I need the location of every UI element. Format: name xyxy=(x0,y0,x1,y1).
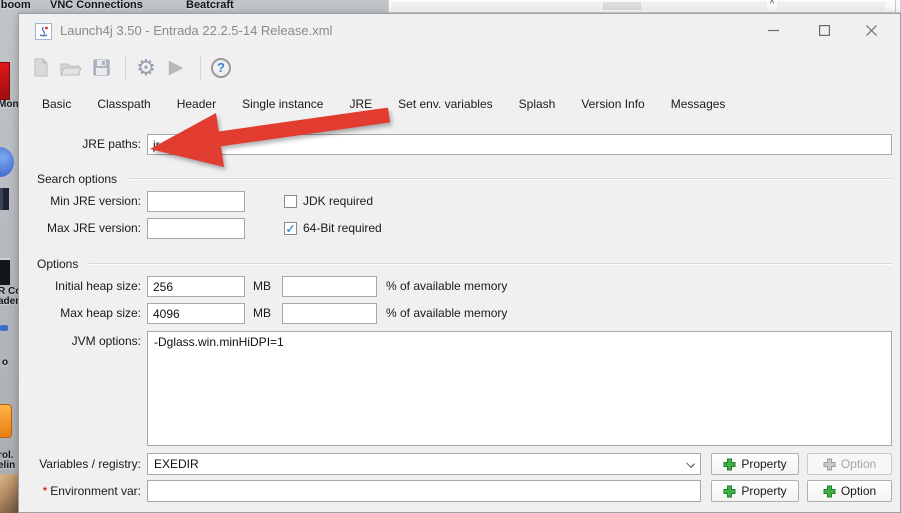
initial-heap-percent-label: % of available memory xyxy=(386,276,507,297)
search-options-group-title: Search options xyxy=(37,172,117,186)
tab-classpath[interactable]: Classpath xyxy=(84,87,163,120)
tab-splash[interactable]: Splash xyxy=(506,87,569,120)
jre-paths-label: JRE paths: xyxy=(29,134,141,155)
toolbar: ⚙ ▶ ? xyxy=(19,48,900,87)
desktop-icon-label: VNC Connections xyxy=(50,0,143,11)
options-group-title: Options xyxy=(37,257,78,271)
window-title: Launch4j 3.50 - Entrada 22.2.5-14 Releas… xyxy=(60,23,332,38)
desktop-icon-label: elin xyxy=(0,460,15,471)
max-heap-percent-input[interactable] xyxy=(282,303,377,324)
launch4j-window: Launch4j 3.50 - Entrada 22.2.5-14 Releas… xyxy=(18,13,901,513)
desktop-icon-fragment xyxy=(0,188,9,210)
tab-jre[interactable]: JRE xyxy=(336,87,385,120)
environment-option-button[interactable]: Option xyxy=(807,480,892,502)
toolbar-separator xyxy=(125,55,126,81)
tab-single-instance[interactable]: Single instance xyxy=(229,87,336,120)
titlebar[interactable]: Launch4j 3.50 - Entrada 22.2.5-14 Releas… xyxy=(19,14,900,48)
desktop-icon-label: ader xyxy=(0,296,19,307)
desktop-wallpaper-fragment xyxy=(0,474,18,513)
background-window-border xyxy=(895,0,896,12)
environment-var-input[interactable] xyxy=(147,480,701,502)
max-heap-unit-label: MB xyxy=(253,303,271,324)
64bit-required-checkbox[interactable]: ✓ xyxy=(284,222,297,235)
required-asterisk: * xyxy=(43,484,48,498)
variables-registry-combobox[interactable]: EXEDIR xyxy=(147,453,701,475)
plus-icon xyxy=(723,458,736,471)
initial-heap-size-label: Initial heap size: xyxy=(29,276,141,297)
jdk-required-label[interactable]: JDK required xyxy=(303,195,373,208)
toolbar-separator xyxy=(200,55,201,81)
environment-var-label: *Environment var: xyxy=(29,480,141,502)
plus-icon xyxy=(823,485,836,498)
max-jre-version-input[interactable] xyxy=(147,218,245,239)
tab-bar: Basic Classpath Header Single instance J… xyxy=(29,87,900,120)
min-jre-version-input[interactable] xyxy=(147,191,245,212)
chevron-up-icon[interactable]: ^ xyxy=(767,0,777,10)
desktop-icon-label: gboom xyxy=(0,0,31,11)
min-jre-version-label: Min JRE version: xyxy=(29,191,141,212)
maximize-button[interactable] xyxy=(801,14,847,47)
environment-property-button[interactable]: Property xyxy=(711,480,799,502)
new-file-icon[interactable] xyxy=(28,55,54,81)
64bit-required-label[interactable]: 64-Bit required xyxy=(303,222,382,235)
active-tab-underline xyxy=(340,117,381,120)
max-jre-version-label: Max JRE version: xyxy=(29,218,141,239)
open-file-icon[interactable] xyxy=(58,55,84,81)
tab-messages[interactable]: Messages xyxy=(658,87,739,120)
tab-version-info[interactable]: Version Info xyxy=(568,87,657,120)
tab-basic[interactable]: Basic xyxy=(29,87,84,120)
chevron-down-icon xyxy=(686,459,695,468)
group-divider xyxy=(129,178,892,179)
desktop-icon-label: o xyxy=(2,357,8,368)
jvm-options-label: JVM options: xyxy=(29,331,141,352)
desktop-icon-label: Beatcraft xyxy=(186,0,234,11)
max-heap-size-input[interactable] xyxy=(147,303,245,324)
max-heap-size-label: Max heap size: xyxy=(29,303,141,324)
variables-property-button[interactable]: Property xyxy=(711,453,799,475)
desktop-icon-fragment-orange xyxy=(0,404,12,438)
variables-registry-value: EXEDIR xyxy=(154,454,199,474)
desktop-icon-fragment xyxy=(0,325,8,331)
run-play-icon[interactable]: ▶ xyxy=(163,55,189,81)
desktop-icon-fragment-red xyxy=(0,62,10,100)
close-button[interactable] xyxy=(848,14,894,47)
variables-registry-label: Variables / registry: xyxy=(29,453,141,475)
background-window-edge: ^ xyxy=(388,0,901,13)
minimize-button[interactable] xyxy=(750,14,796,47)
save-icon[interactable] xyxy=(88,55,114,81)
plus-icon xyxy=(723,485,736,498)
desktop-icon-fragment-black xyxy=(0,258,10,285)
desktop-icon-fragment-blue xyxy=(0,147,14,177)
build-gear-icon[interactable]: ⚙ xyxy=(133,55,159,81)
plus-icon xyxy=(823,458,836,471)
initial-heap-unit-label: MB xyxy=(253,276,271,297)
group-divider xyxy=(89,263,892,264)
max-heap-percent-label: % of available memory xyxy=(386,303,507,324)
initial-heap-size-input[interactable] xyxy=(147,276,245,297)
variables-option-button: Option xyxy=(807,453,892,475)
jdk-required-checkbox[interactable] xyxy=(284,195,297,208)
tab-set-env-variables[interactable]: Set env. variables xyxy=(385,87,506,120)
initial-heap-percent-input[interactable] xyxy=(282,276,377,297)
launch4j-app-icon xyxy=(35,23,52,40)
jre-paths-input[interactable] xyxy=(147,134,892,155)
help-icon[interactable]: ? xyxy=(208,55,234,81)
tab-header[interactable]: Header xyxy=(164,87,229,120)
background-scrollbar-thumb[interactable] xyxy=(603,2,641,10)
jvm-options-textarea[interactable]: -Dglass.win.minHiDPI=1 xyxy=(147,331,892,446)
